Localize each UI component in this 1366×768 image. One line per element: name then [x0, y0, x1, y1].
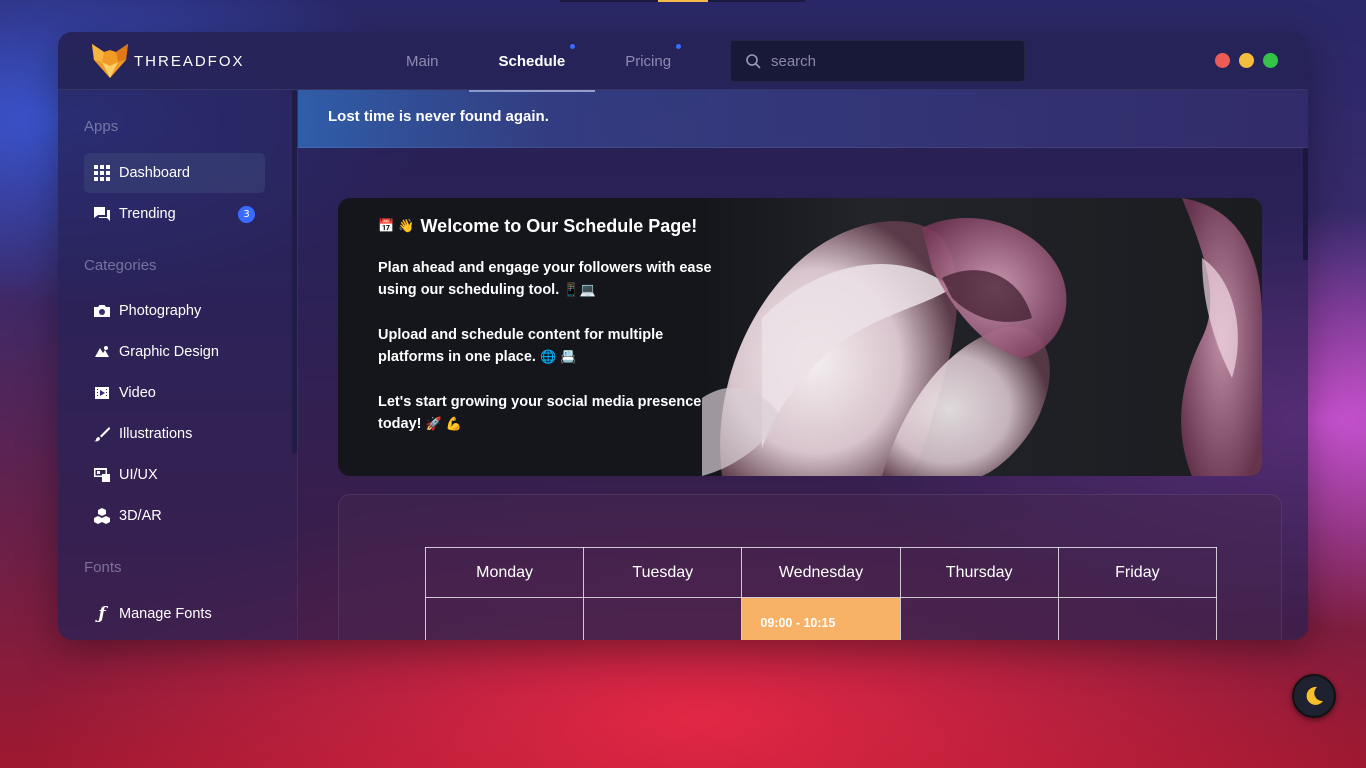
- sidebar-section-fonts: Fonts: [84, 559, 122, 576]
- sidebar-item-3dar[interactable]: 3D/AR: [84, 496, 265, 536]
- sidebar-item-illustrations[interactable]: Illustrations: [84, 414, 265, 454]
- top-tabs: Main Schedule Pricing: [376, 32, 701, 92]
- search-input[interactable]: [771, 52, 1011, 70]
- search-box[interactable]: [730, 40, 1025, 82]
- chat-icon: [93, 205, 111, 223]
- schedule-event[interactable]: 09:00 - 10:15: [742, 598, 900, 640]
- welcome-paragraph-2: Upload and schedule content for multiple…: [378, 324, 718, 369]
- moon-icon: [1306, 686, 1323, 705]
- sidebar-item-label: Photography: [119, 303, 202, 319]
- welcome-paragraph-2-text: Upload and schedule content for multiple…: [378, 327, 664, 365]
- sidebar-item-label: UI/UX: [119, 467, 158, 483]
- header: THREADFOX Main Schedule Pricing: [58, 32, 1308, 92]
- sidebar-item-photography[interactable]: Photography: [84, 291, 265, 331]
- tab-pricing-label: Pricing: [625, 52, 672, 70]
- welcome-title: 📅 👋 Welcome to Our Schedule Page!: [378, 216, 718, 237]
- video-icon: [93, 384, 111, 402]
- schedule-cell[interactable]: [899, 597, 1059, 640]
- uiux-icon: [93, 466, 111, 484]
- font-icon: ƒ: [98, 604, 106, 624]
- tab-schedule-label: Schedule: [498, 52, 566, 70]
- schedule-table: Monday Tuesday Wednesday Thursday Friday: [424, 547, 1218, 640]
- quote-text: Lost time is never found again.: [328, 108, 549, 125]
- sidebar-section-apps: Apps: [84, 118, 119, 135]
- schedule-header-row: Monday Tuesday Wednesday Thursday Friday: [424, 547, 1218, 598]
- camera-icon: [93, 302, 111, 320]
- schedule-event-time: 09:00 - 10:15: [760, 616, 836, 630]
- schedule-cell[interactable]: [1057, 597, 1218, 640]
- sidebar-scrollbar[interactable]: [292, 90, 297, 454]
- close-window-button[interactable]: [1215, 53, 1230, 68]
- fox-logo-icon: [92, 44, 128, 78]
- sidebar: Apps Dashboard Trending 3 Categories Pho…: [58, 90, 298, 640]
- sidebar-item-label: Graphic Design: [119, 344, 219, 360]
- sidebar-item-graphic-design[interactable]: Graphic Design: [84, 332, 265, 372]
- tab-pricing[interactable]: Pricing: [595, 32, 701, 90]
- brush-icon: [93, 425, 111, 443]
- day-header-wednesday: Wednesday: [741, 547, 901, 598]
- globe-emoji: 🌐 📇: [539, 350, 577, 365]
- search-icon: [746, 54, 761, 69]
- sidebar-item-label: Manage Fonts: [119, 606, 212, 622]
- welcome-banner: 📅 👋 Welcome to Our Schedule Page! Plan a…: [338, 198, 1262, 476]
- welcome-text: 📅 👋 Welcome to Our Schedule Page! Plan a…: [378, 216, 718, 458]
- sidebar-item-trending[interactable]: Trending 3: [84, 194, 265, 234]
- schedule-cell[interactable]: [583, 597, 743, 640]
- rocket-muscle-emoji: 🚀 💪: [425, 417, 463, 432]
- sidebar-item-manage-fonts[interactable]: ƒ Manage Fonts: [84, 594, 265, 634]
- brand-name: THREADFOX: [134, 52, 245, 70]
- welcome-paragraph-3: Let's start growing your social media pr…: [378, 391, 718, 436]
- tab-schedule[interactable]: Schedule: [468, 32, 596, 92]
- tab-main-label: Main: [406, 52, 439, 70]
- grid-icon: [93, 164, 111, 182]
- welcome-title-text: Welcome to Our Schedule Page!: [420, 216, 698, 236]
- schedule-card: Monday Tuesday Wednesday Thursday Friday: [338, 494, 1282, 640]
- sidebar-item-label: Dashboard: [119, 165, 190, 181]
- top-accent-bar: [560, 0, 805, 2]
- sidebar-item-dashboard[interactable]: Dashboard: [84, 153, 265, 193]
- schedule-cell[interactable]: 09:00 - 10:15: [741, 597, 901, 640]
- maximize-window-button[interactable]: [1263, 53, 1278, 68]
- day-header-tuesday: Tuesday: [583, 547, 743, 598]
- design-icon: [93, 343, 111, 361]
- sidebar-item-label: Trending: [119, 206, 176, 222]
- sidebar-item-label: Video: [119, 385, 156, 401]
- theme-toggle-button[interactable]: [1292, 674, 1336, 718]
- table-row: 09:00 - 10:15: [424, 597, 1218, 640]
- quote-bar: Lost time is never found again.: [298, 90, 1308, 148]
- main-area: Lost time is never found again. 📅 👋 Welc…: [298, 90, 1308, 640]
- window-controls: [1215, 53, 1278, 68]
- app-window: THREADFOX Main Schedule Pricing search A…: [58, 32, 1308, 640]
- sidebar-item-uiux[interactable]: UI/UX: [84, 455, 265, 495]
- minimize-window-button[interactable]: [1239, 53, 1254, 68]
- sidebar-item-video[interactable]: Video: [84, 373, 265, 413]
- sidebar-item-label: Illustrations: [119, 426, 193, 442]
- content-area: 📅 👋 Welcome to Our Schedule Page! Plan a…: [298, 148, 1308, 640]
- flower-image: [702, 198, 1262, 476]
- sidebar-section-categories: Categories: [84, 257, 157, 274]
- main-scrollbar[interactable]: [1303, 148, 1308, 260]
- logo[interactable]: THREADFOX: [90, 42, 245, 80]
- day-header-thursday: Thursday: [899, 547, 1059, 598]
- tab-main[interactable]: Main: [376, 32, 469, 90]
- calendar-wave-emoji: 📅 👋: [378, 219, 415, 234]
- devices-emoji: 📱💻: [563, 283, 596, 298]
- cubes-icon: [93, 507, 111, 525]
- tab-schedule-dot: [570, 44, 576, 49]
- trending-badge: 3: [238, 206, 255, 223]
- schedule-cell[interactable]: [424, 597, 585, 640]
- day-header-monday: Monday: [424, 547, 585, 598]
- welcome-paragraph-1-text: Plan ahead and engage your followers wit…: [378, 260, 712, 298]
- day-header-friday: Friday: [1057, 547, 1218, 598]
- sidebar-item-label: 3D/AR: [119, 508, 162, 524]
- welcome-paragraph-1: Plan ahead and engage your followers wit…: [378, 257, 718, 302]
- tab-pricing-dot: [676, 44, 682, 49]
